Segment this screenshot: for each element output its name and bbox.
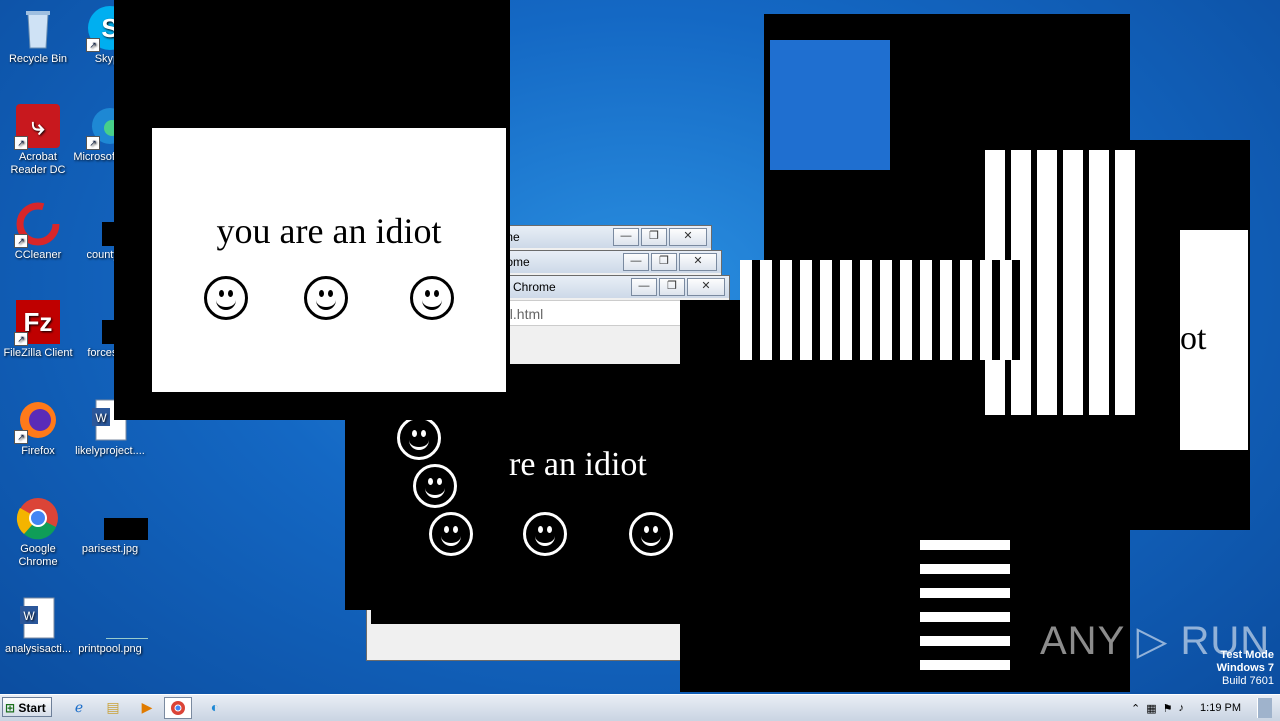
smiley-icon bbox=[413, 464, 457, 508]
desktop-icon-filezilla[interactable]: Fz ↗ FileZilla Client bbox=[0, 300, 76, 360]
svg-text:W: W bbox=[95, 411, 107, 425]
close-button[interactable]: ✕ bbox=[679, 253, 717, 271]
test-mode-label: Test Mode bbox=[1220, 649, 1274, 661]
desktop-icon-label: Firefox bbox=[21, 445, 55, 457]
word-doc-icon: W bbox=[16, 596, 60, 640]
media-player-taskbar-icon[interactable]: ▶ bbox=[134, 697, 160, 717]
popup-stack-edge bbox=[345, 390, 375, 610]
build-label: Build 7601 bbox=[1222, 675, 1274, 687]
minimize-button[interactable]: — bbox=[623, 253, 649, 271]
start-button[interactable]: ⊞ Start bbox=[2, 697, 52, 717]
os-label: Windows 7 bbox=[1216, 662, 1274, 674]
glitch-fragments-bottom bbox=[920, 540, 1010, 670]
filezilla-icon: Fz ↗ bbox=[14, 300, 60, 346]
ccleaner-icon: ↗ bbox=[14, 202, 60, 248]
smiley-icon bbox=[629, 512, 673, 556]
firefox-icon: ↗ bbox=[14, 398, 60, 444]
tray-arrow-icon[interactable]: ⌃ bbox=[1131, 702, 1140, 715]
recycle-bin-icon bbox=[16, 6, 60, 50]
smiley-icon bbox=[410, 276, 454, 320]
desktop-icon-analysis-doc[interactable]: W analysisacti... bbox=[0, 596, 76, 656]
desktop-icon-label: analysisacti... bbox=[4, 643, 72, 655]
popup-message: you are an idiot bbox=[216, 211, 442, 251]
ie-taskbar-icon[interactable]: ℯ bbox=[66, 697, 92, 717]
right-popup-fragment: ot bbox=[1180, 230, 1248, 450]
desktop-icon-label: Recycle Bin bbox=[8, 53, 68, 65]
desktop-icon-label: likelyproject.... bbox=[75, 445, 145, 457]
chrome-icon bbox=[16, 496, 60, 540]
smiley-icon bbox=[523, 512, 567, 556]
desktop-icon-label: CCleaner bbox=[14, 249, 62, 261]
svg-text:W: W bbox=[23, 609, 35, 623]
idiot-popup[interactable]: you are an idiot bbox=[150, 126, 508, 394]
desktop-icon-label: parisest.jpg bbox=[81, 543, 139, 555]
image-icon bbox=[88, 496, 148, 540]
restore-button[interactable]: ❐ bbox=[651, 253, 677, 271]
restore-button[interactable]: ❐ bbox=[659, 278, 685, 296]
popup-message: re an idiot bbox=[509, 446, 647, 483]
system-tray: ⌃ ▦ ⚑ ♪ 1:19 PM bbox=[1131, 695, 1280, 721]
glitch-blue-block bbox=[770, 40, 890, 170]
smiley-icon bbox=[204, 276, 248, 320]
flag-icon[interactable]: ⚑ bbox=[1163, 702, 1173, 715]
network-icon[interactable]: ▦ bbox=[1146, 702, 1156, 715]
desktop-icon-ccleaner[interactable]: ↗ CCleaner bbox=[0, 202, 76, 262]
desktop-icon-label: printpool.png bbox=[78, 643, 142, 655]
desktop-icon-firefox[interactable]: ↗ Firefox bbox=[0, 398, 76, 458]
acrobat-icon: ⤷ ↗ bbox=[14, 104, 60, 150]
glitch-fragments bbox=[740, 260, 1020, 360]
restore-button[interactable]: ❐ bbox=[641, 228, 667, 246]
desktop-icon-recycle-bin[interactable]: Recycle Bin bbox=[0, 6, 76, 66]
smiley-icon bbox=[429, 512, 473, 556]
minimize-button[interactable]: — bbox=[613, 228, 639, 246]
desktop-icon-label: Acrobat Reader DC bbox=[10, 151, 66, 176]
minimize-button[interactable]: — bbox=[631, 278, 657, 296]
desktop-icon-acrobat[interactable]: ⤷ ↗ Acrobat Reader DC bbox=[0, 104, 76, 177]
desktop-icon-chrome[interactable]: Google Chrome bbox=[0, 496, 76, 569]
image-icon bbox=[88, 596, 148, 640]
chrome-taskbar-icon[interactable] bbox=[164, 697, 192, 719]
popup-message-fragment: ot bbox=[1180, 320, 1207, 357]
taskbar: ⊞ Start ℯ ▤ ▶ ◐ ⌃ ▦ ⚑ ♪ 1:19 PM bbox=[0, 694, 1280, 721]
desktop-icon-printpool[interactable]: printpool.png bbox=[72, 596, 148, 656]
close-button[interactable]: ✕ bbox=[669, 228, 707, 246]
edge-taskbar-icon[interactable]: ◐ bbox=[202, 697, 228, 717]
volume-icon[interactable]: ♪ bbox=[1179, 702, 1185, 714]
windows-logo-icon: ⊞ bbox=[5, 701, 16, 715]
desktop-icon-parisest[interactable]: parisest.jpg bbox=[72, 496, 148, 556]
desktop-icon-label: Google Chrome bbox=[18, 543, 58, 568]
close-button[interactable]: ✕ bbox=[687, 278, 725, 296]
smiley-icon bbox=[397, 416, 441, 460]
window-title: e Chrome bbox=[503, 280, 556, 294]
show-desktop-button[interactable] bbox=[1257, 698, 1272, 718]
desktop-icon-label: FileZilla Client bbox=[3, 347, 73, 359]
clock[interactable]: 1:19 PM bbox=[1190, 702, 1251, 714]
smiley-icon bbox=[304, 276, 348, 320]
explorer-taskbar-icon[interactable]: ▤ bbox=[100, 697, 126, 717]
